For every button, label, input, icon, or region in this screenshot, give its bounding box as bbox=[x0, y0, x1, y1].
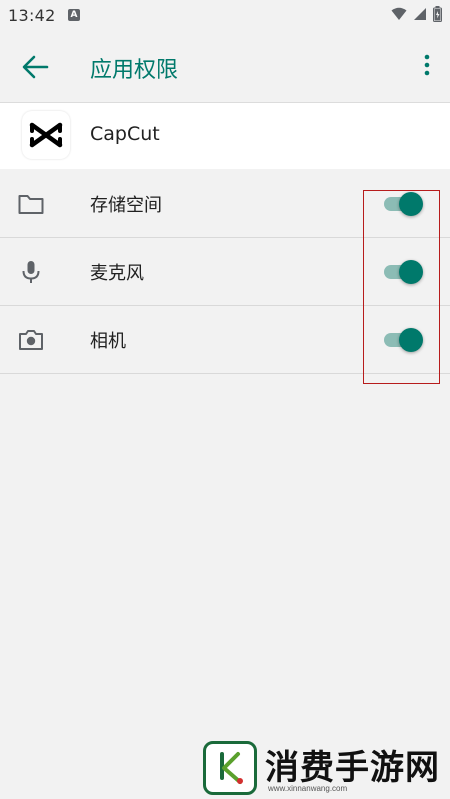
page-title: 应用权限 bbox=[90, 58, 179, 83]
more-vertical-icon bbox=[424, 54, 430, 76]
permission-label-camera: 相机 bbox=[90, 331, 126, 352]
wifi-icon bbox=[391, 7, 407, 20]
permission-row-camera[interactable]: 相机 bbox=[0, 306, 450, 374]
app-name: CapCut bbox=[90, 123, 160, 145]
status-bar: 13:42 A bbox=[0, 0, 450, 32]
camera-icon bbox=[17, 326, 45, 354]
app-header: CapCut bbox=[0, 103, 450, 169]
permission-row-microphone[interactable]: 麦克风 bbox=[0, 238, 450, 306]
toggle-thumb bbox=[399, 260, 423, 284]
storage-toggle[interactable] bbox=[382, 192, 428, 216]
signal-icon bbox=[414, 8, 426, 20]
permission-label-microphone: 麦克风 bbox=[90, 263, 144, 284]
permission-label-storage: 存储空间 bbox=[90, 195, 162, 216]
microphone-toggle[interactable] bbox=[382, 260, 428, 284]
notification-a-icon: A bbox=[68, 9, 80, 21]
battery-icon bbox=[433, 6, 442, 22]
permission-row-storage[interactable]: 存储空间 bbox=[0, 170, 450, 238]
status-time: 13:42 bbox=[8, 6, 56, 25]
back-button[interactable] bbox=[20, 53, 50, 81]
folder-icon bbox=[17, 190, 45, 218]
watermark-url: www.xinnanwang.com bbox=[268, 784, 348, 793]
status-icons bbox=[391, 6, 442, 22]
more-options-button[interactable] bbox=[420, 52, 434, 82]
watermark-text: 消费手游网 bbox=[265, 748, 440, 788]
microphone-icon bbox=[17, 258, 45, 286]
app-bar: 应用权限 bbox=[0, 32, 450, 103]
watermark-logo-icon bbox=[203, 741, 257, 795]
toggle-thumb bbox=[399, 192, 423, 216]
permission-list: 存储空间 麦克风 相机 bbox=[0, 170, 450, 374]
camera-toggle[interactable] bbox=[382, 328, 428, 352]
arrow-left-icon bbox=[22, 55, 49, 79]
toggle-thumb bbox=[399, 328, 423, 352]
capcut-logo-icon bbox=[22, 111, 70, 159]
